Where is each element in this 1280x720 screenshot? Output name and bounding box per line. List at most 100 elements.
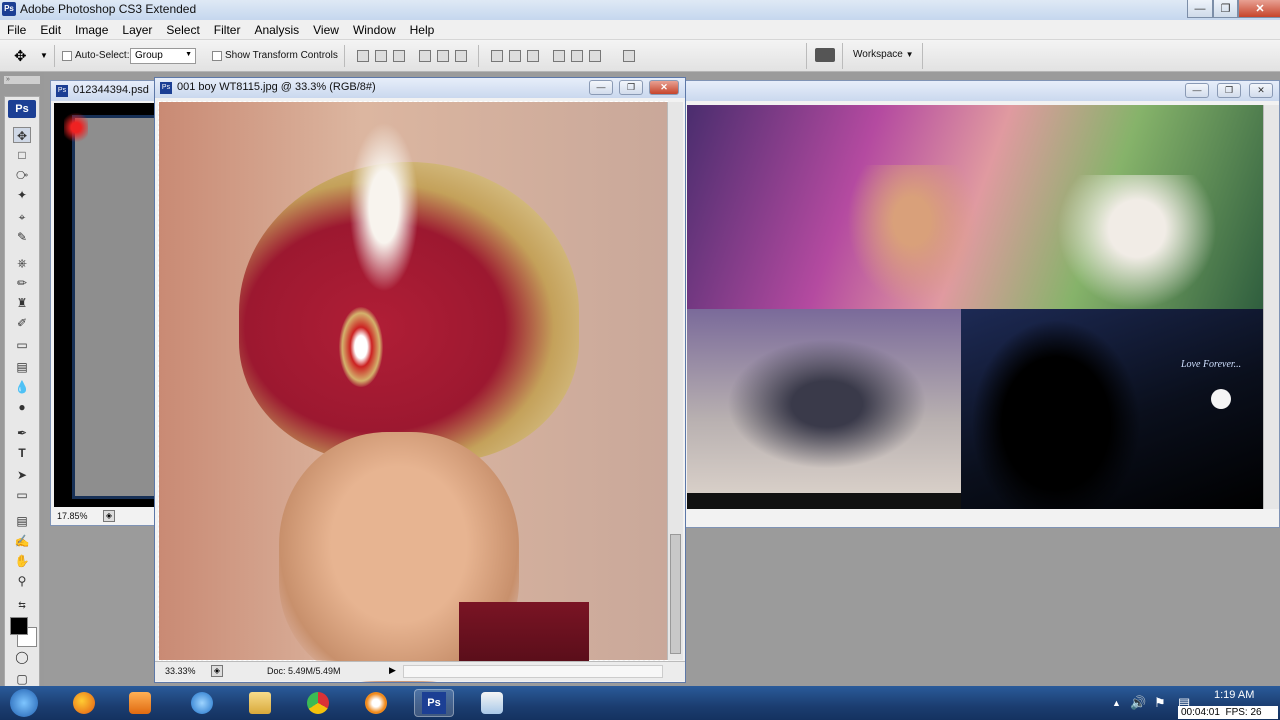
menu-select[interactable]: Select — [159, 23, 206, 37]
group-dance-photo — [687, 309, 961, 493]
menu-window[interactable]: Window — [346, 23, 403, 37]
status-menu-icon[interactable]: ◈ — [103, 510, 115, 522]
maximize-button[interactable]: ❐ — [1213, 0, 1238, 18]
zoom-level-readout[interactable]: 17.85% — [57, 511, 88, 521]
magic-wand-tool-icon[interactable]: ✦ — [13, 187, 31, 203]
paint-app-icon[interactable] — [472, 689, 512, 717]
distribute-hcenter-icon[interactable] — [571, 50, 583, 62]
align-right-icon[interactable] — [455, 50, 467, 62]
toolbox-grip[interactable]: » — [4, 76, 40, 84]
album-canvas[interactable]: Love Forever... — [687, 105, 1263, 509]
silhouette-panel: Love Forever... — [961, 309, 1263, 509]
doc-restore-button[interactable]: ❐ — [619, 80, 643, 95]
scrollbar-thumb[interactable] — [670, 534, 681, 654]
action-center-icon[interactable]: ⚑ — [1154, 695, 1166, 711]
volume-icon[interactable]: 🔊 — [1130, 695, 1146, 711]
quick-mask-icon[interactable]: ◯ — [13, 649, 31, 665]
zoom-level-readout[interactable]: 33.33% — [165, 666, 196, 676]
show-transform-checkbox[interactable] — [212, 51, 222, 61]
align-hcenter-icon[interactable] — [437, 50, 449, 62]
healing-brush-tool-icon[interactable]: ⎈ — [13, 255, 31, 271]
auto-select-checkbox[interactable] — [62, 51, 72, 61]
clone-stamp-tool-icon[interactable]: ♜ — [13, 295, 31, 311]
document-canvas[interactable] — [54, 103, 170, 507]
vertical-scrollbar[interactable] — [667, 102, 683, 660]
recorder-overlay: 00:04:01 FPS: 26 — [1178, 706, 1278, 719]
auto-align-layers-icon[interactable] — [623, 50, 635, 62]
clock-time[interactable]: 1:19 AM — [1214, 689, 1254, 701]
workspace-menu[interactable]: Workspace ▼ — [853, 49, 914, 60]
doc-minimize-button[interactable]: — — [1185, 83, 1209, 98]
slice-tool-icon[interactable]: ✎ — [13, 229, 31, 245]
distribute-right-icon[interactable] — [589, 50, 601, 62]
dodge-tool-icon[interactable]: ● — [13, 399, 31, 415]
menu-file[interactable]: File — [0, 23, 33, 37]
doc-minimize-button[interactable]: — — [589, 80, 613, 95]
doc-close-button[interactable]: ✕ — [649, 80, 679, 95]
start-button[interactable] — [4, 689, 44, 717]
menu-layer[interactable]: Layer — [115, 23, 159, 37]
doc-close-button[interactable]: ✕ — [1249, 83, 1273, 98]
menu-filter[interactable]: Filter — [207, 23, 248, 37]
swap-colors-icon[interactable]: ⇆ — [13, 597, 31, 613]
distribute-bottom-icon[interactable] — [527, 50, 539, 62]
distribute-top-icon[interactable] — [491, 50, 503, 62]
media-player-icon[interactable] — [120, 689, 160, 717]
crop-tool-icon[interactable]: ⌖ — [13, 209, 31, 225]
dropdown-arrow-icon: ▼ — [185, 51, 192, 58]
file-explorer-icon[interactable] — [240, 689, 280, 717]
move-tool-icon[interactable]: ✥ — [14, 47, 27, 65]
history-brush-tool-icon[interactable]: ✐ — [13, 315, 31, 331]
move-tool-icon[interactable]: ✥ — [13, 127, 31, 143]
portrait-canvas[interactable] — [158, 101, 668, 682]
menu-image[interactable]: Image — [68, 23, 115, 37]
distribute-vcenter-icon[interactable] — [509, 50, 521, 62]
player-app-icon[interactable] — [356, 689, 396, 717]
lasso-tool-icon[interactable]: ⧂ — [13, 167, 31, 183]
type-tool-icon[interactable]: T — [13, 445, 31, 461]
pen-tool-icon[interactable]: ✒ — [13, 425, 31, 441]
feather-plume — [349, 122, 419, 292]
shape-tool-icon[interactable]: ▭ — [13, 487, 31, 503]
menu-help[interactable]: Help — [403, 23, 442, 37]
align-left-icon[interactable] — [419, 50, 431, 62]
zoom-tool-icon[interactable]: ⚲ — [13, 573, 31, 589]
horizontal-scrollbar[interactable] — [403, 665, 663, 678]
firefox-icon[interactable] — [64, 689, 104, 717]
show-hidden-icons-icon[interactable]: ▲ — [1112, 698, 1121, 708]
gradient-tool-icon[interactable]: ▤ — [13, 359, 31, 375]
menu-edit[interactable]: Edit — [33, 23, 68, 37]
document-title: 012344394.psd — [73, 84, 149, 96]
foreground-color-swatch[interactable] — [10, 617, 28, 635]
auto-select-dropdown[interactable]: Group ▼ — [130, 48, 196, 64]
document-size-info: Doc: 5.49M/5.49M — [267, 666, 341, 676]
bridge-icon[interactable] — [815, 48, 835, 62]
status-menu-icon[interactable]: ◈ — [211, 665, 223, 677]
path-selection-tool-icon[interactable]: ➤ — [13, 467, 31, 483]
align-vcenter-icon[interactable] — [375, 50, 387, 62]
status-arrow-icon[interactable]: ▶ — [389, 665, 396, 676]
close-button[interactable]: ✕ — [1238, 0, 1280, 18]
blur-tool-icon[interactable]: 💧 — [13, 379, 31, 395]
photoshop-taskbar-button[interactable]: Ps — [414, 689, 454, 717]
screen-mode-icon[interactable]: ▢ — [13, 671, 31, 687]
align-bottom-icon[interactable] — [393, 50, 405, 62]
hand-tool-icon[interactable]: ✋ — [13, 553, 31, 569]
menu-view[interactable]: View — [306, 23, 346, 37]
eyedropper-tool-icon[interactable]: ✍ — [13, 533, 31, 549]
internet-explorer-icon[interactable] — [182, 689, 222, 717]
doc-restore-button[interactable]: ❐ — [1217, 83, 1241, 98]
minimize-button[interactable]: — — [1187, 0, 1213, 18]
align-top-icon[interactable] — [357, 50, 369, 62]
eraser-tool-icon[interactable]: ▭ — [13, 337, 31, 353]
vertical-scrollbar[interactable] — [1263, 105, 1279, 509]
menu-analysis[interactable]: Analysis — [247, 23, 306, 37]
chrome-icon[interactable] — [298, 689, 338, 717]
tool-preset-arrow-icon[interactable]: ▼ — [40, 51, 48, 60]
brush-tool-icon[interactable]: ✏ — [13, 275, 31, 291]
photoshop-logo: Ps — [8, 100, 36, 118]
document-title-bar[interactable]: Ps 012344394.psd — [51, 81, 169, 101]
notes-tool-icon[interactable]: ▤ — [13, 513, 31, 529]
marquee-tool-icon[interactable]: □ — [13, 147, 31, 163]
distribute-left-icon[interactable] — [553, 50, 565, 62]
